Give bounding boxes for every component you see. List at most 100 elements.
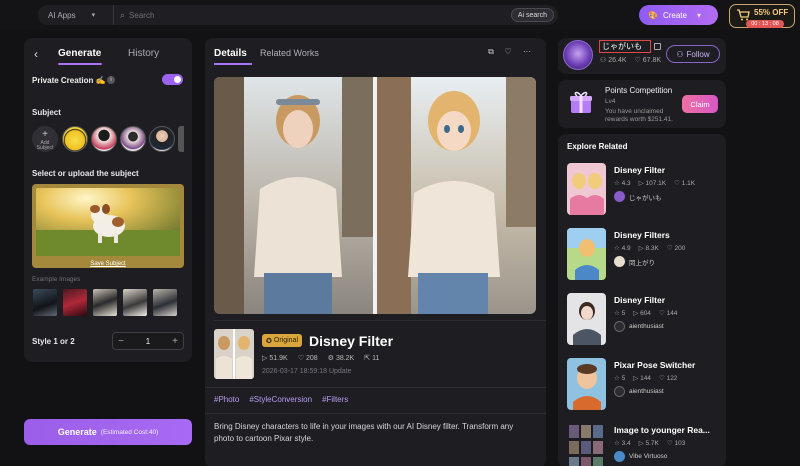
subject-avatar[interactable] xyxy=(91,126,117,152)
star-icon: ☆ xyxy=(614,440,622,447)
copy-icon[interactable] xyxy=(654,43,661,50)
likes-stat: ♡ 208 xyxy=(297,354,318,363)
likes-stat: ♡ 1.1K xyxy=(674,179,695,187)
select-subject-heading: Select or upload the subject xyxy=(32,169,139,178)
example-image[interactable] xyxy=(93,289,117,316)
app-category-select[interactable]: AI Apps ▾ xyxy=(38,5,114,25)
heart-icon: ♡ xyxy=(658,310,667,317)
work-title: Disney Filter xyxy=(309,333,394,349)
star-icon: ☆ xyxy=(614,310,622,317)
external-link-icon[interactable]: ⧉ xyxy=(486,47,496,57)
ai-search-label: Ai search xyxy=(517,11,547,19)
subject-upload-box[interactable]: Save Subject xyxy=(32,184,184,268)
related-thumbnail xyxy=(567,163,606,215)
related-stats: ☆ 5 ▷ 144 ♡ 122 xyxy=(614,374,677,382)
creator-avatar[interactable] xyxy=(563,40,593,70)
stepper-value[interactable]: 1 xyxy=(129,337,167,346)
tab-related-works[interactable]: Related Works xyxy=(260,48,319,58)
likes-count: 208 xyxy=(305,354,318,362)
generate-label: Generate xyxy=(57,427,97,437)
tag-filters[interactable]: #Filters xyxy=(322,395,348,404)
create-button[interactable]: 🎨 Create ▾ xyxy=(639,5,718,25)
related-item[interactable]: Pixar Pose Switcher ☆ 5 ▷ 144 ♡ 122 aien… xyxy=(567,358,719,414)
related-title: Disney Filter xyxy=(614,165,666,175)
subject-avatar[interactable] xyxy=(62,126,88,152)
add-subject-label: Add Subject xyxy=(36,140,54,151)
likes-stat: ♡ 122 xyxy=(659,374,678,382)
info-icon[interactable]: i xyxy=(107,76,115,84)
tag-style-conversion[interactable]: #StyleConversion xyxy=(249,395,312,404)
related-title: Disney Filters xyxy=(614,230,670,240)
back-arrow-icon[interactable]: ‹ xyxy=(34,47,38,61)
search-icon: ⌕ xyxy=(120,9,126,20)
likes-count: 1.1K xyxy=(681,180,696,187)
save-subject-link[interactable]: Save Subject xyxy=(32,261,184,267)
author-name: じゃがいも xyxy=(629,194,662,202)
uses-stat: ▷ 144 xyxy=(633,374,651,382)
generate-button[interactable]: Generate (Estimated Cost:40) xyxy=(24,419,192,445)
uses-count: 38.2K xyxy=(335,354,355,362)
ai-search-button[interactable]: Ai search xyxy=(510,8,554,22)
uses-count: 8.3K xyxy=(645,245,659,252)
rating-stat: ☆ 5 xyxy=(614,374,625,382)
related-item[interactable]: Disney Filter ☆ 4.3 ▷ 107.1K ♡ 1.1K じゃがい… xyxy=(567,163,719,219)
heart-icon: ♡ xyxy=(658,375,667,382)
rating-stat: ☆ 4.9 xyxy=(614,244,631,252)
likes-count: 122 xyxy=(666,375,678,382)
example-image[interactable] xyxy=(123,289,147,316)
likes-stat: ♡ 144 xyxy=(659,309,678,317)
more-icon[interactable]: ··· xyxy=(522,47,532,57)
tab-details[interactable]: Details xyxy=(214,48,247,59)
decrement-button[interactable]: − xyxy=(113,336,129,347)
example-images-label: Example Images xyxy=(32,276,81,283)
style-stepper: − 1 + xyxy=(112,332,184,350)
work-description: Bring Disney characters to life in your … xyxy=(214,422,514,443)
author-avatar xyxy=(614,321,625,332)
tag-photo[interactable]: #Photo xyxy=(214,395,239,404)
related-item[interactable]: Disney Filter ☆ 5 ▷ 604 ♡ 144 aienthusia… xyxy=(567,293,719,349)
explore-related-heading: Explore Related xyxy=(567,142,628,151)
points-level: Lv4 xyxy=(605,98,616,105)
subject-avatar[interactable] xyxy=(120,126,146,152)
creator-likes-count: 67.8K xyxy=(642,57,662,64)
increment-button[interactable]: + xyxy=(167,336,183,347)
sparkle-icon: ⚙ xyxy=(327,355,334,362)
tab-history[interactable]: History xyxy=(128,48,159,59)
points-reward-text: You have unclaimed rewards worth $251.41… xyxy=(605,108,673,123)
views-count: 51.9K xyxy=(269,354,288,362)
creator-likes-stat: ♡ 67.8K xyxy=(635,56,662,64)
rating-value: 3.4 xyxy=(621,440,631,447)
private-creation-toggle[interactable] xyxy=(162,74,183,85)
tab-generate[interactable]: Generate xyxy=(58,48,101,59)
example-image[interactable] xyxy=(153,289,177,316)
heart-icon: ♡ xyxy=(666,245,675,252)
rating-value: 5 xyxy=(621,375,626,382)
subject-avatar[interactable] xyxy=(149,126,175,152)
work-thumbnail xyxy=(214,329,254,379)
rating-stat: ☆ 4.3 xyxy=(614,179,631,187)
related-item[interactable]: Image to younger Rea... ☆ 3.4 ▷ 5.7K ♡ 1… xyxy=(567,423,719,466)
heart-icon: ♡ xyxy=(297,355,304,362)
related-title: Pixar Pose Switcher xyxy=(614,360,696,370)
chevron-down-icon: ▾ xyxy=(696,10,701,20)
creator-name[interactable]: じゃがいも xyxy=(599,40,651,53)
original-badge-label: Original xyxy=(273,337,298,344)
follow-button[interactable]: ⚇ Follow xyxy=(666,45,720,63)
before-after-image xyxy=(214,77,536,314)
shares-count: 11 xyxy=(372,354,380,362)
promo-badge[interactable]: 55% OFF 00 : 13 : 08 xyxy=(729,4,795,28)
author-name: 罔上がり xyxy=(629,259,655,267)
example-image[interactable] xyxy=(33,289,57,316)
divider xyxy=(205,387,546,388)
search-input[interactable] xyxy=(129,10,500,20)
uses-count: 5.7K xyxy=(645,440,659,447)
related-author: aienthusiast xyxy=(614,321,664,332)
heart-icon[interactable]: ♡ xyxy=(503,47,513,57)
related-item[interactable]: Disney Filters ☆ 4.9 ▷ 8.3K ♡ 200 罔上がり xyxy=(567,228,719,284)
add-subject-button[interactable]: + Add Subject xyxy=(32,126,58,152)
subject-avatar-partial[interactable] xyxy=(178,126,184,152)
likes-count: 144 xyxy=(666,310,678,317)
related-thumbnail xyxy=(567,423,606,466)
example-image[interactable] xyxy=(63,289,87,316)
claim-button[interactable]: Claim xyxy=(682,95,718,113)
